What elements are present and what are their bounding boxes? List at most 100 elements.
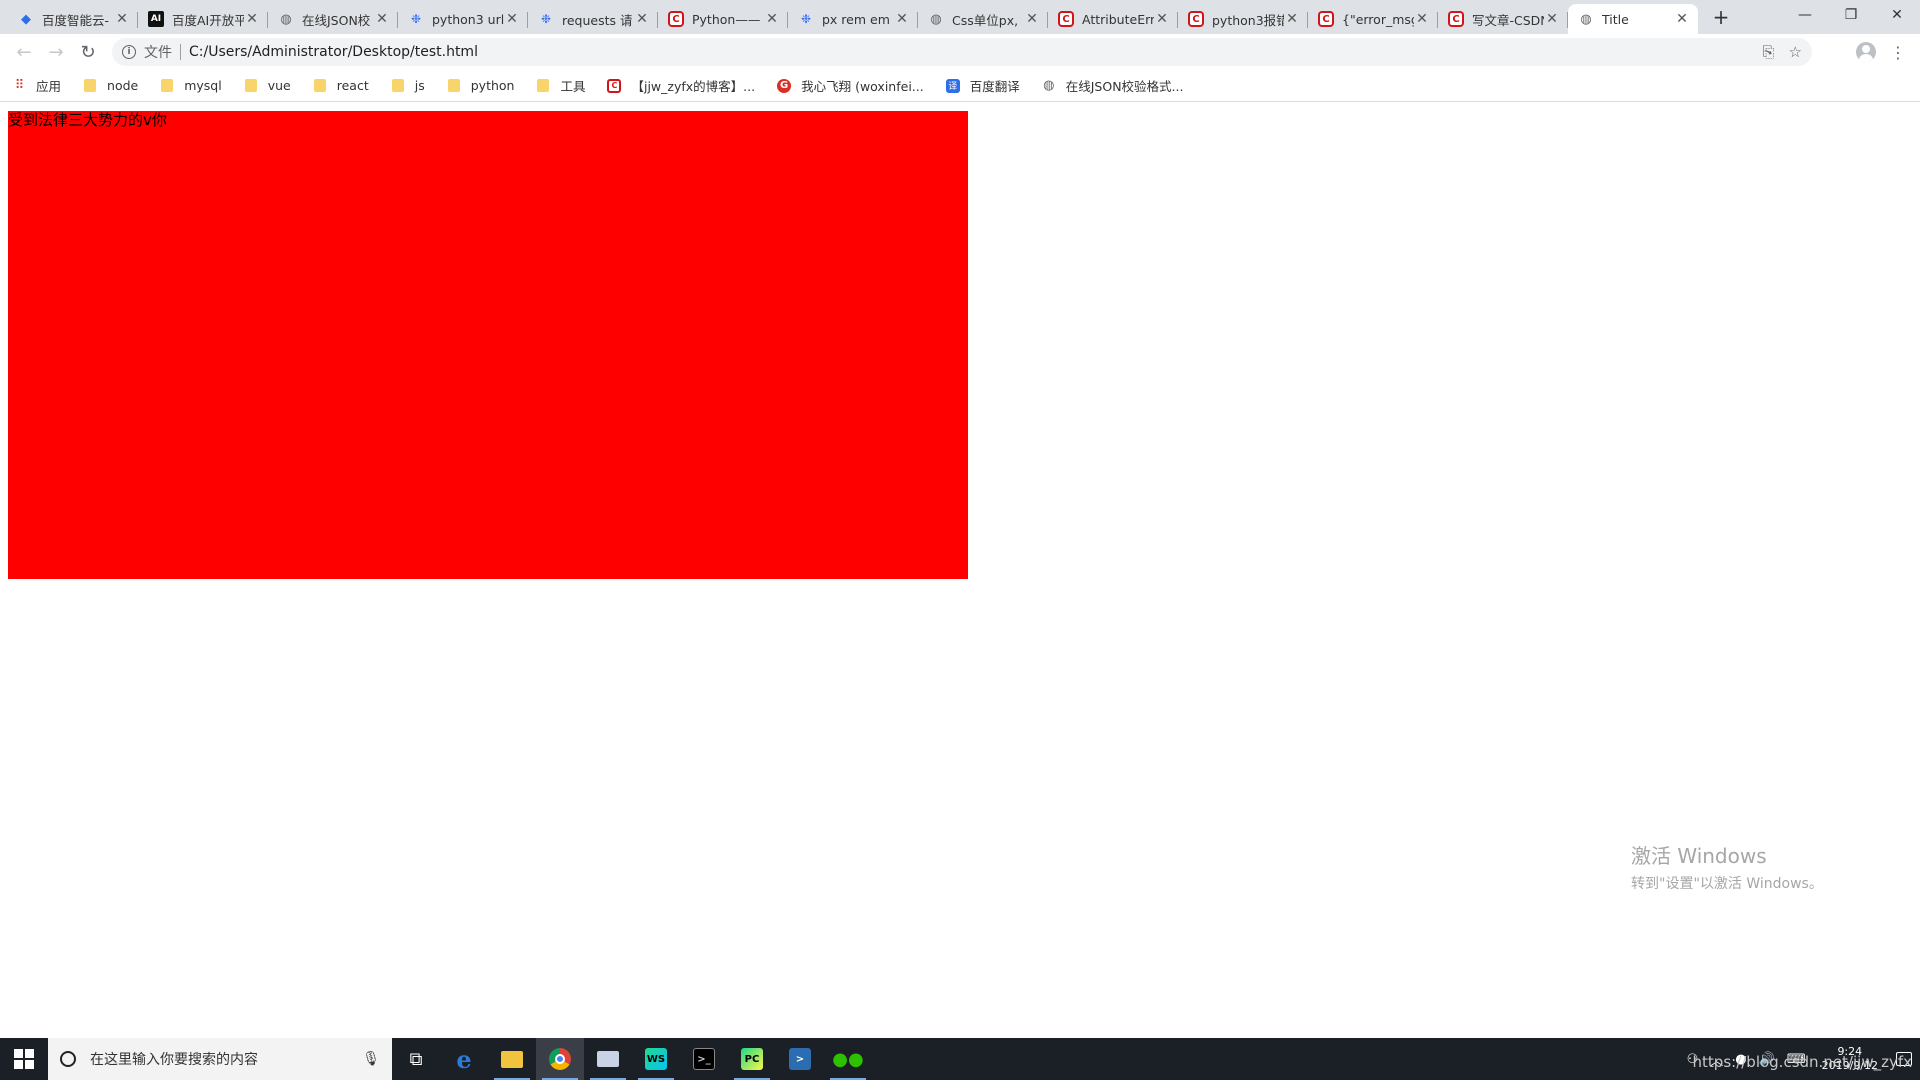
csdn-icon: C (1448, 11, 1464, 27)
reload-button[interactable]: ↻ (72, 38, 104, 66)
info-icon[interactable]: i (122, 45, 136, 59)
close-icon[interactable]: ✕ (1544, 11, 1560, 27)
watermark-subtitle: 转到"设置"以激活 Windows。 (1631, 876, 1823, 892)
tab-title: 在线JSON校 (302, 12, 371, 28)
new-tab-button[interactable]: + (1706, 2, 1736, 32)
device-app[interactable] (584, 1038, 632, 1080)
windows-logo-icon (14, 1049, 34, 1069)
tab-title: Python—— (692, 11, 761, 27)
tab-strip: ◆ 百度智能云- ✕ AI 百度AI开放平 ✕ ◍ 在线JSON校 ✕ ❉ python3 u… (0, 0, 1920, 34)
bookmark-folder-node[interactable]: node (83, 78, 138, 93)
close-icon[interactable]: ✕ (1674, 11, 1690, 27)
bookmark-apps[interactable]: ⠿ 应用 (12, 76, 61, 95)
close-icon[interactable]: ✕ (1414, 11, 1430, 27)
bookmark-json-validator[interactable]: ◍ 在线JSON校验格式... (1042, 76, 1183, 95)
bookmark-label: node (107, 78, 139, 93)
tab-4[interactable]: ❉ requests 请 ✕ (528, 4, 658, 34)
close-icon[interactable]: ✕ (1154, 11, 1170, 27)
star-icon[interactable]: ☆ (1789, 43, 1802, 61)
wechat-icon: ●● (832, 1048, 864, 1070)
chrome-icon (549, 1048, 571, 1070)
close-icon[interactable]: ✕ (634, 11, 650, 27)
tab-2[interactable]: ◍ 在线JSON校 ✕ (268, 4, 398, 34)
folder-icon (83, 79, 97, 93)
bookmark-folder-mysql[interactable]: mysql (160, 78, 222, 93)
apps-grid-icon: ⠿ (14, 78, 25, 93)
tab-1[interactable]: AI 百度AI开放平 ✕ (138, 4, 268, 34)
tab-title: 百度AI开放平 (172, 12, 244, 28)
close-icon[interactable]: ✕ (504, 11, 520, 27)
tab-list: ◆ 百度智能云- ✕ AI 百度AI开放平 ✕ ◍ 在线JSON校 ✕ ❉ python3 u… (0, 0, 1698, 34)
cloud-icon: ◆ (21, 11, 31, 27)
back-button[interactable]: ← (8, 38, 40, 66)
menu-dots-icon[interactable]: ⋮ (1888, 43, 1908, 62)
close-icon[interactable]: ✕ (1024, 11, 1040, 27)
chrome-app[interactable] (536, 1038, 584, 1080)
powershell-app[interactable]: > (776, 1038, 824, 1080)
start-button[interactable] (0, 1038, 48, 1080)
tab-title: AttributeErr (1082, 11, 1154, 27)
tab-title: 百度智能云- (42, 12, 110, 28)
powershell-icon: > (789, 1048, 811, 1070)
bookmark-folder-vue[interactable]: vue (244, 78, 291, 93)
address-bar[interactable]: i 文件 C:/Users/Administrator/Desktop/test… (112, 38, 1812, 66)
url-text[interactable]: C:/Users/Administrator/Desktop/test.html (189, 44, 1763, 60)
box-text: 受到法律三大势力的v你 (8, 111, 167, 129)
microphone-icon[interactable]: 🎙 (362, 1051, 380, 1067)
tab-3[interactable]: ❉ python3 url ✕ (398, 4, 528, 34)
tab-title: Title (1602, 11, 1629, 27)
taskbar-apps: ⧉ e WS >_ PC > ●● (392, 1038, 872, 1080)
folder-icon (391, 79, 405, 93)
restore-icon: ❐ (1844, 7, 1858, 23)
close-window-button[interactable]: ✕ (1874, 0, 1920, 30)
task-view-button[interactable]: ⧉ (392, 1038, 440, 1080)
folder-icon (447, 79, 461, 93)
profile-avatar-icon[interactable] (1856, 42, 1876, 62)
close-icon[interactable]: ✕ (764, 11, 780, 27)
pycharm-app[interactable]: PC (728, 1038, 776, 1080)
bookmark-woxinfeixiang[interactable]: G 我心飞翔 (woxinfei... (777, 76, 924, 95)
tab-title: 写文章-CSDN (1472, 12, 1544, 28)
folder-icon (160, 79, 174, 93)
minimize-button[interactable]: — (1782, 0, 1828, 30)
watermark-title: 激活 Windows (1631, 844, 1767, 868)
tab-title: Css单位px, (952, 12, 1019, 28)
csdn-icon: C (1058, 11, 1074, 27)
bookmark-folder-tools[interactable]: 工具 (536, 76, 585, 95)
edge-app[interactable]: e (440, 1038, 488, 1080)
plus-icon: + (1712, 5, 1730, 29)
translate-icon[interactable]: ⎘ (1763, 43, 1775, 61)
bookmark-folder-js[interactable]: js (391, 78, 425, 93)
taskbar-search-input[interactable]: 在这里输入你要搜索的内容 🎙 (48, 1038, 392, 1080)
tab-0[interactable]: ◆ 百度智能云- ✕ (8, 4, 138, 34)
tab-8[interactable]: C AttributeErr ✕ (1048, 4, 1178, 34)
reload-icon: ↻ (80, 41, 96, 63)
folder-icon (244, 79, 258, 93)
close-icon[interactable]: ✕ (114, 11, 130, 27)
close-icon[interactable]: ✕ (894, 11, 910, 27)
webstorm-app[interactable]: WS (632, 1038, 680, 1080)
baidu-paw-icon: ❉ (410, 12, 422, 26)
folder-icon (536, 79, 550, 93)
globe-icon: ◍ (1580, 11, 1592, 27)
tab-9[interactable]: Cpython3报错 ✕ (1178, 4, 1308, 34)
bookmark-folder-python[interactable]: python (447, 78, 514, 93)
bookmark-baidu-translate[interactable]: 译百度翻译 (945, 76, 1020, 95)
tab-6[interactable]: ❉ px rem em ✕ (788, 4, 918, 34)
forward-button[interactable]: → (40, 38, 72, 66)
arrow-right-icon: → (48, 41, 64, 63)
close-icon[interactable]: ✕ (1284, 11, 1300, 27)
bookmark-folder-react[interactable]: react (313, 78, 369, 93)
restore-button[interactable]: ❐ (1828, 0, 1874, 30)
tab-12-active[interactable]: ◍ Title ✕ (1568, 4, 1698, 34)
tab-7[interactable]: ◍ Css单位px, ✕ (918, 4, 1048, 34)
tab-5[interactable]: C Python—— ✕ (658, 4, 788, 34)
cmd-app[interactable]: >_ (680, 1038, 728, 1080)
tab-11[interactable]: C 写文章-CSDN ✕ (1438, 4, 1568, 34)
wechat-app[interactable]: ●● (824, 1038, 872, 1080)
close-icon[interactable]: ✕ (244, 11, 260, 27)
file-explorer-app[interactable] (488, 1038, 536, 1080)
tab-10[interactable]: C {"error_msg ✕ (1308, 4, 1438, 34)
close-icon[interactable]: ✕ (374, 11, 390, 27)
bookmark-csdn-blog[interactable]: C 【jjw_zyfx的博客】... (607, 76, 755, 95)
